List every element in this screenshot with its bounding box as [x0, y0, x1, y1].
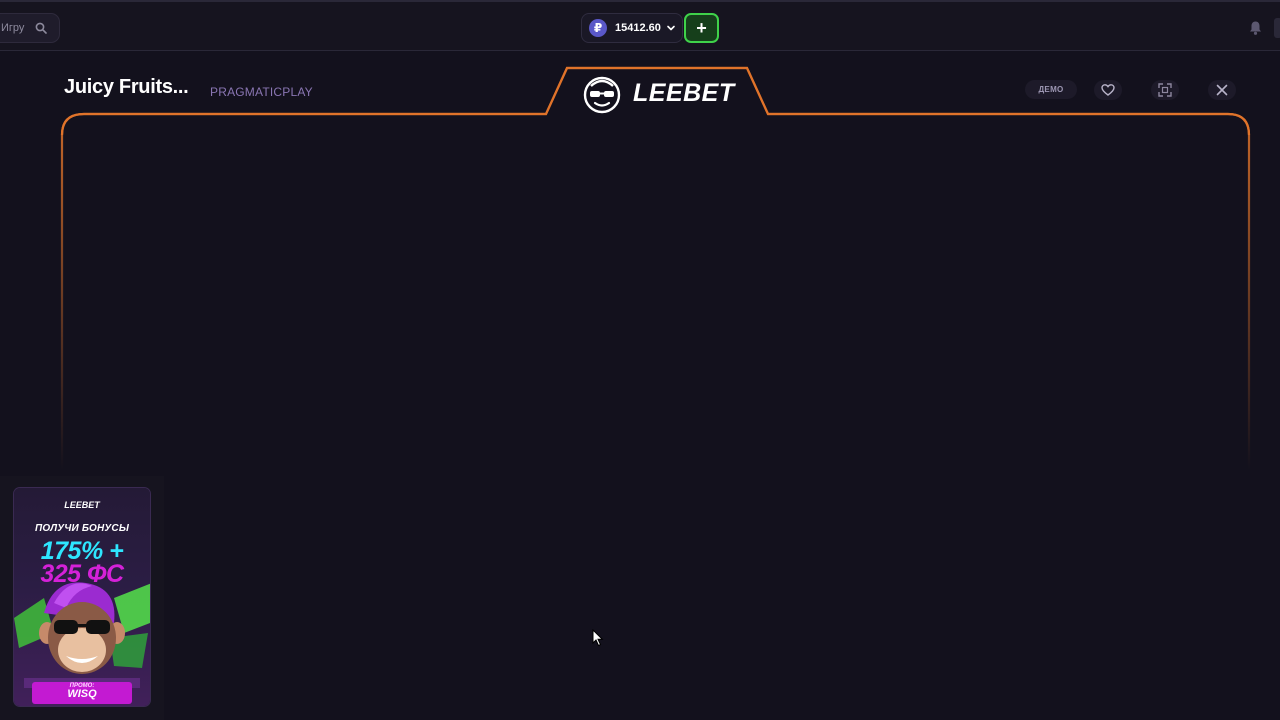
game-frame: [60, 66, 1251, 470]
close-button[interactable]: [1208, 80, 1236, 100]
game-provider: PRAGMATICPLAY: [210, 85, 313, 99]
monkey-logo-icon: [583, 76, 621, 114]
promo-code-value: WISQ: [67, 688, 97, 700]
monkey-mascot-icon: [14, 582, 150, 688]
promo-code-badge: ПРОМО: WISQ: [32, 682, 132, 704]
promo-subtitle: ПОЛУЧИ БОНУСЫ: [34, 523, 130, 534]
brand-logo: LEEBET: [633, 79, 735, 107]
game-title: Juicy Fruits...: [64, 76, 189, 98]
heart-icon: [1101, 84, 1115, 96]
fullscreen-icon: [1158, 83, 1172, 97]
fullscreen-button[interactable]: [1151, 80, 1179, 100]
favorite-button[interactable]: [1094, 80, 1122, 100]
mouse-cursor-icon: [592, 629, 604, 647]
promo-banner[interactable]: LEEBET ПОЛУЧИ БОНУСЫ 175% + 325 ФС ПРОМО…: [14, 488, 150, 706]
demo-toggle[interactable]: ДЕМО: [1025, 80, 1077, 99]
close-icon: [1216, 84, 1228, 96]
promo-brand: LEEBET: [64, 500, 100, 510]
